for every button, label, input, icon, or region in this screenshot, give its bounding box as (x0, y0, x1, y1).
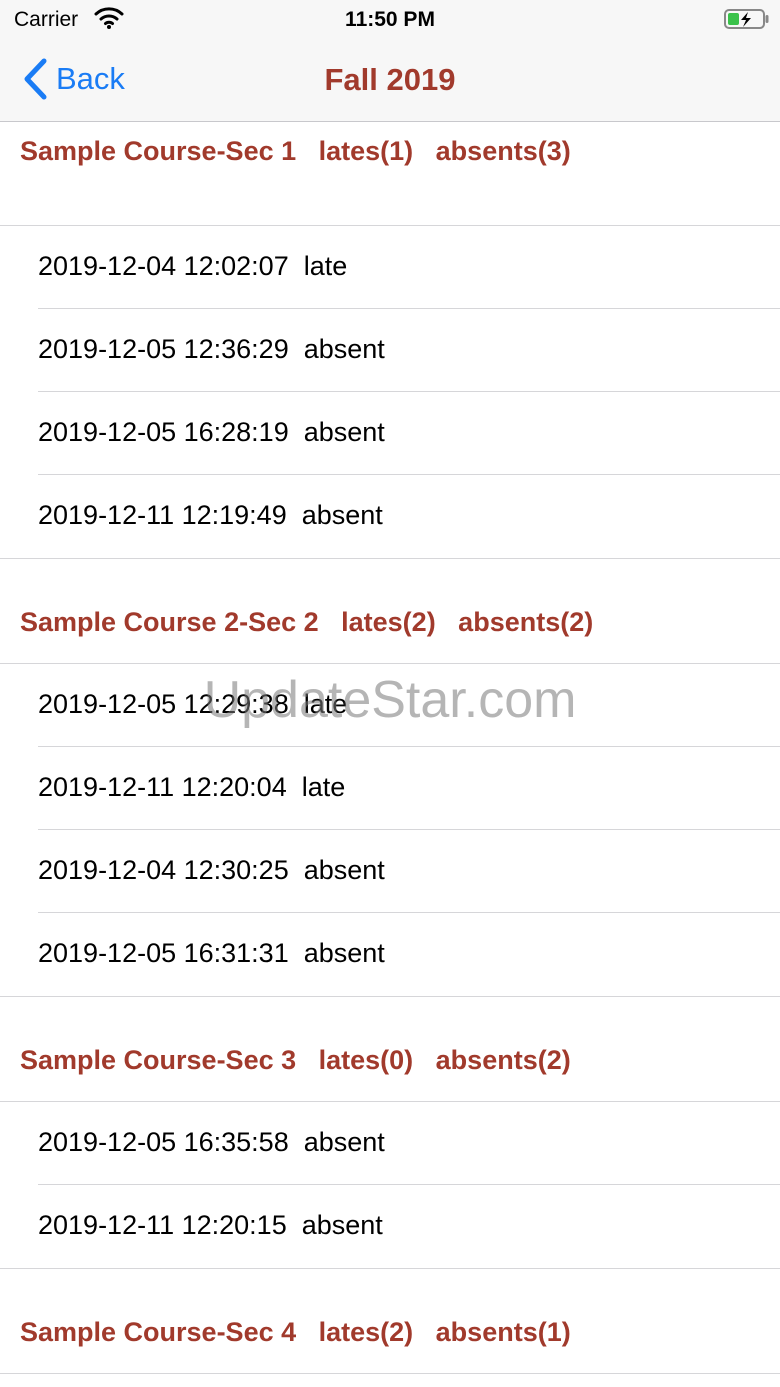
attendance-record: 2019-12-05 12:29:38 late (38, 689, 348, 719)
list-item[interactable]: 2019-12-05 16:28:19 absent (0, 392, 780, 475)
attendance-record: 2019-12-11 12:19:49 absent (38, 500, 383, 530)
section-title: Sample Course-Sec 1 lates(1) absents(3) (20, 136, 571, 166)
section-header: Sample Course-Sec 4 lates(2) absents(1) (0, 1269, 780, 1374)
attendance-record: 2019-12-05 12:36:29 absent (38, 334, 385, 364)
section-title: Sample Course 2-Sec 2 lates(2) absents(2… (20, 607, 594, 637)
list-item[interactable]: 2019-12-05 12:29:38 late (0, 664, 780, 747)
section-rows: 2019-12-05 12:29:38 late 2019-12-11 12:2… (0, 664, 780, 997)
list-item[interactable]: 2019-12-04 12:02:07 late (0, 226, 780, 309)
list-item[interactable]: 2019-12-04 12:30:25 absent (0, 830, 780, 913)
attendance-record: 2019-12-04 12:30:25 absent (38, 855, 385, 885)
attendance-record: 2019-12-04 12:02:07 late (38, 251, 348, 281)
attendance-list: Sample Course-Sec 1 lates(1) absents(3) … (0, 122, 780, 1374)
section-title: Sample Course-Sec 3 lates(0) absents(2) (20, 1045, 571, 1075)
section-header: Sample Course-Sec 3 lates(0) absents(2) (0, 997, 780, 1102)
clock: 11:50 PM (345, 8, 435, 31)
attendance-record: 2019-12-11 12:20:15 absent (38, 1210, 383, 1240)
list-item[interactable]: 2019-12-05 16:35:58 absent (0, 1102, 780, 1185)
attendance-record: 2019-12-11 12:20:04 late (38, 772, 346, 802)
list-item[interactable]: 2019-12-11 12:20:15 absent (0, 1185, 780, 1268)
page-title: Fall 2019 (324, 62, 456, 97)
section-header: Sample Course-Sec 1 lates(1) absents(3) (0, 122, 780, 226)
section-title: Sample Course-Sec 4 lates(2) absents(1) (20, 1317, 571, 1347)
section-rows: 2019-12-04 12:02:07 late 2019-12-05 12:3… (0, 226, 780, 559)
list-item[interactable]: 2019-12-05 12:36:29 absent (0, 309, 780, 392)
attendance-record: 2019-12-05 16:31:31 absent (38, 938, 385, 968)
list-item[interactable]: 2019-12-11 12:19:49 absent (0, 475, 780, 558)
battery-icon (724, 8, 770, 35)
section-header: Sample Course 2-Sec 2 lates(2) absents(2… (0, 559, 780, 664)
list-item[interactable]: 2019-12-11 12:20:04 late (0, 747, 780, 830)
attendance-record: 2019-12-05 16:28:19 absent (38, 417, 385, 447)
status-bar: Carrier 11:50 PM (0, 0, 780, 40)
list-item[interactable]: 2019-12-05 16:31:31 absent (0, 913, 780, 996)
attendance-record: 2019-12-05 16:35:58 absent (38, 1127, 385, 1157)
navigation-bar: Back Fall 2019 (0, 40, 780, 122)
section-rows: 2019-12-05 16:35:58 absent 2019-12-11 12… (0, 1102, 780, 1269)
